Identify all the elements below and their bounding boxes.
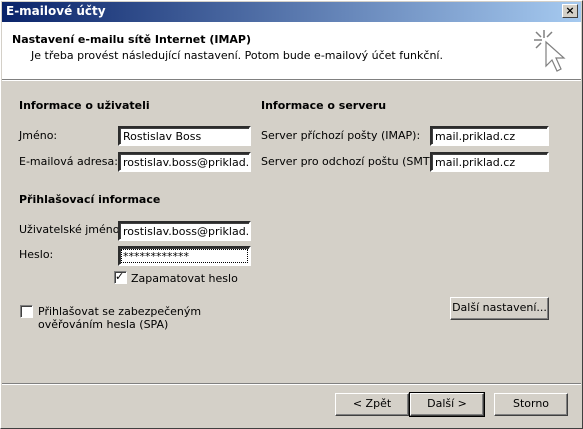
incoming-server-field[interactable]: mail.priklad.cz <box>430 126 549 146</box>
name-field[interactable]: Rostislav Boss <box>118 126 251 146</box>
outgoing-server-field[interactable]: mail.priklad.cz <box>430 152 549 172</box>
spa-label-line2[interactable]: ověřováním hesla (SPA) <box>38 318 168 331</box>
name-label: Jméno: <box>19 129 58 142</box>
username-field[interactable]: rostislav.boss@priklad.cz <box>118 221 251 241</box>
title-bar[interactable]: E-mailové účty × <box>2 2 581 22</box>
next-button[interactable]: Další > <box>409 392 485 417</box>
remember-password-checkbox[interactable]: ✓ <box>114 270 127 284</box>
more-settings-button[interactable]: Další nastavení... <box>450 297 549 320</box>
username-label: Uživatelské jméno: <box>19 223 124 236</box>
login-info-heading: Přihlašovací informace <box>19 193 161 206</box>
back-button[interactable]: < Zpět <box>335 393 409 416</box>
incoming-server-label: Server příchozí pošty (IMAP): <box>261 129 421 142</box>
outgoing-server-label: Server pro odchozí poštu (SMTP): <box>261 155 445 168</box>
header-divider <box>2 79 581 81</box>
user-info-heading: Informace o uživateli <box>19 99 150 112</box>
spa-label-line1[interactable]: Přihlašovat se zabezpečeným <box>38 305 201 318</box>
window-title: E-mailové účty <box>6 4 106 18</box>
server-info-heading: Informace o serveru <box>261 99 387 112</box>
email-label: E-mailová adresa: <box>19 155 118 168</box>
page-title: Nastavení e-mailu sítě Internet (IMAP) <box>12 33 252 46</box>
close-icon: × <box>565 4 575 17</box>
checkmark-icon: ✓ <box>115 270 125 283</box>
cancel-button[interactable]: Storno <box>494 393 568 416</box>
password-label: Heslo: <box>19 248 54 261</box>
password-field[interactable]: ************ <box>118 246 251 266</box>
email-accounts-dialog: E-mailové účty × Nastavení e-mailu sítě … <box>0 0 583 429</box>
footer-divider <box>2 383 581 385</box>
spa-checkbox[interactable] <box>20 305 33 318</box>
wizard-cursor-icon <box>534 30 566 72</box>
email-field[interactable]: rostislav.boss@priklad.cz <box>118 152 251 172</box>
page-description: Je třeba provést následující nastavení. … <box>31 49 443 62</box>
wizard-header: Nastavení e-mailu sítě Internet (IMAP) J… <box>2 22 581 79</box>
close-button[interactable]: × <box>562 4 578 18</box>
remember-password-label[interactable]: Zapamatovat heslo <box>131 272 238 285</box>
